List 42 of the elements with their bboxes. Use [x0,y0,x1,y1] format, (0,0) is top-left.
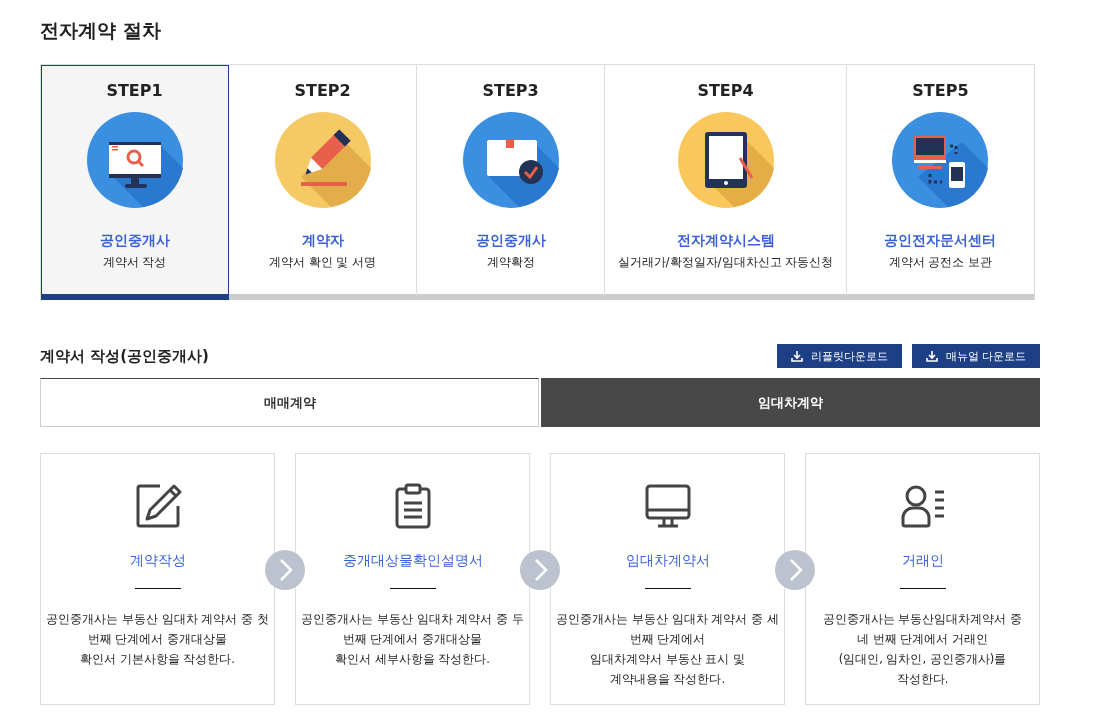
step-label: STEP1 [106,81,163,100]
page-title: 전자계약 절차 [40,18,162,43]
download-icon [925,350,938,362]
card-title: 거래인 [901,552,944,570]
step-card[interactable]: STEP3 공인중개사 계약확정 [417,65,606,300]
card-title: 중개대상물확인설명서 [342,552,483,570]
step-task: 계약확정 [486,254,535,271]
step-card[interactable]: STEP4 전자계약시스템 실거래가/확정일자/임대차신고 자동신청 [605,65,847,300]
step-label: STEP5 [912,81,969,100]
step-label: STEP2 [294,81,351,100]
step-task: 계약서 작성 [102,254,167,271]
card-title: 계약작성 [129,552,186,570]
step-actor: 공인전자문서센터 [884,232,997,250]
card-description: 공인중개사는 부동산 임대차 계약서 중 첫 번째 단계에서 중개대상물 확인서 기본사항을 작성한다. [46,611,269,668]
step-actor: 공인중개사 [99,232,170,250]
step-task: 실거래가/확정일자/임대차신고 자동신청 [617,254,834,271]
step-actor: 전자계약시스템 [676,232,775,250]
step-label: STEP4 [697,81,754,100]
pencil-icon [274,112,371,208]
download-icon [790,350,803,362]
step-actor: 계약자 [301,232,344,250]
tablet-pen-icon [677,112,774,208]
download-button[interactable]: 리플릿다운로드 [776,344,902,368]
box-check-icon [462,112,559,208]
card-description: 공인중개사는 부동산 임대차 계약서 중 세 번째 단계에서 임대차계약서 부동산 표시 및 계약내용을 작성한다. [556,611,779,688]
step-card[interactable]: STEP1 공인중개사 계약서 작성 [41,65,230,300]
monitor-icon [643,482,692,530]
devices-icon [892,112,989,208]
contract-tab[interactable]: 매매계약 [40,378,539,427]
step-card[interactable]: STEP5 공인전자문서센터 계약서 공전소 보관 [846,65,1034,300]
card-description: 공인중개사는 부동산 임대차 계약서 중 두 번째 단계에서 중개대상물 확인서 세부사항을 작성한다. [301,611,524,668]
step-task: 계약서 공전소 보관 [888,254,993,271]
step-task: 계약서 확인 및 서명 [268,254,377,271]
card-description: 공인중개사는 부동산임대차계약서 중 네 번째 단계에서 거래인 (임대인, 임차인, 공인중개사)를 작성한다. [822,611,1023,688]
contract-tab[interactable]: 임대차계약 [541,378,1040,427]
step-actor: 공인중개사 [475,232,546,250]
step-label: STEP3 [482,81,539,100]
download-button[interactable]: 매뉴얼 다운로드 [911,344,1040,368]
step-card[interactable]: STEP2 계약자 계약서 확인 및 서명 [229,65,418,300]
monitor-search-icon [86,112,183,208]
card-title: 임대차계약서 [625,552,710,570]
section-title: 계약서 작성(공인중개사) [40,346,209,366]
